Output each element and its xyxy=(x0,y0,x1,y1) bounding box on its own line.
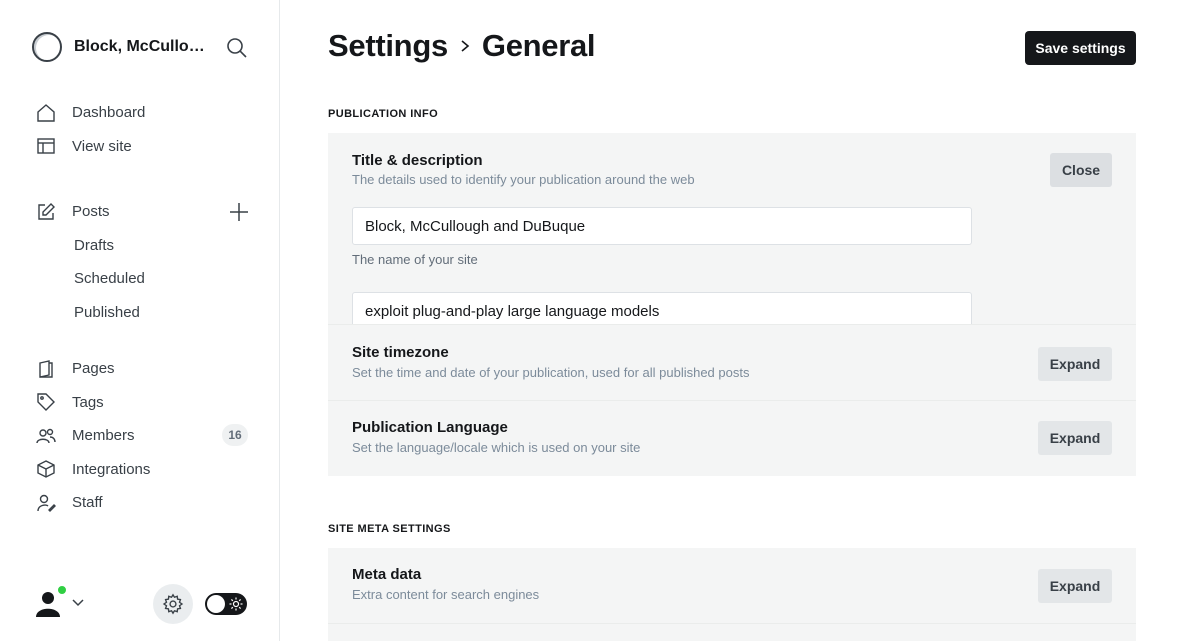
nav-dashboard[interactable]: Dashboard xyxy=(36,96,256,130)
online-status-dot xyxy=(57,585,67,595)
avatar xyxy=(32,585,67,619)
settings-button[interactable] xyxy=(153,584,193,624)
card-title: Publication Language xyxy=(352,419,508,436)
nav-scheduled[interactable]: Scheduled xyxy=(36,262,256,296)
card-title: Site timezone xyxy=(352,344,449,361)
site-meta-panel: Meta data Extra content for search engin… xyxy=(328,548,1136,641)
nav-tags[interactable]: Tags xyxy=(36,386,256,420)
nav-secondary: Pages Tags Members 16 Integrations Staff xyxy=(36,352,256,520)
close-button[interactable]: Close xyxy=(1050,153,1112,187)
nav-label: Dashboard xyxy=(72,104,146,122)
site-name: Block, McCullough and DuBuque xyxy=(74,38,210,55)
save-button[interactable]: Save settings xyxy=(1025,31,1136,65)
home-icon xyxy=(36,103,56,123)
site-logo xyxy=(32,32,62,62)
site-timezone-card: Site timezone Set the time and date of y… xyxy=(328,324,1136,401)
card-description: Extra content for search engines xyxy=(352,587,540,602)
layout-icon xyxy=(36,136,56,156)
section-label-site-meta: SITE META SETTINGS xyxy=(328,523,451,535)
nav-label: Members xyxy=(72,427,135,445)
nav-label: Tags xyxy=(72,393,104,411)
expand-language-button[interactable]: Expand xyxy=(1038,421,1112,455)
nav-published[interactable]: Published xyxy=(36,296,256,330)
card-title: Title & description xyxy=(352,152,483,169)
nav-posts-item[interactable]: Posts xyxy=(36,195,256,229)
cube-icon xyxy=(36,459,56,479)
nav-pages[interactable]: Pages xyxy=(36,352,256,386)
nav-staff[interactable]: Staff xyxy=(36,486,256,520)
meta-data-card: Meta data Extra content for search engin… xyxy=(328,548,1136,624)
nav-drafts[interactable]: Drafts xyxy=(36,229,256,263)
chevron-down-icon xyxy=(72,599,84,607)
new-post-icon[interactable] xyxy=(228,201,250,223)
publication-info-panel: Title & description The details used to … xyxy=(328,133,1136,476)
chevron-right-icon xyxy=(460,39,470,53)
toggle-knob xyxy=(207,595,225,613)
expand-meta-data-button[interactable]: Expand xyxy=(1038,569,1112,603)
nav-label: Integrations xyxy=(72,460,151,478)
search-icon[interactable] xyxy=(226,37,248,59)
gear-icon xyxy=(162,593,184,615)
publication-language-card: Publication Language Set the language/lo… xyxy=(328,401,1136,476)
card-description: Set the language/locale which is used on… xyxy=(352,440,641,455)
page-title: Settings General xyxy=(328,28,596,64)
nav-integrations[interactable]: Integrations xyxy=(36,453,256,487)
user-menu[interactable] xyxy=(32,585,84,619)
card-description: Set the time and date of your publicatio… xyxy=(352,365,750,380)
nav-posts: Posts Drafts Scheduled Published xyxy=(36,195,256,329)
expand-timezone-button[interactable]: Expand xyxy=(1038,347,1112,381)
site-title-input[interactable] xyxy=(352,207,972,245)
site-title-hint: The name of your site xyxy=(352,252,478,267)
nav-label: Published xyxy=(74,303,140,321)
nav-primary: Dashboard View site xyxy=(36,96,256,163)
site-description-input[interactable] xyxy=(352,292,972,324)
staff-icon xyxy=(36,493,56,513)
tag-icon xyxy=(36,392,56,412)
breadcrumb-settings[interactable]: Settings xyxy=(328,28,448,64)
main-content: Settings General Save settings PUBLICATI… xyxy=(328,0,1136,641)
nav-label: Staff xyxy=(72,494,103,512)
card-description: The details used to identify your public… xyxy=(352,172,695,187)
card-title: Meta data xyxy=(352,566,422,583)
members-count-badge: 16 xyxy=(222,424,248,446)
nav-label: View site xyxy=(72,137,132,155)
nav-label: Scheduled xyxy=(74,270,145,288)
dark-mode-toggle[interactable] xyxy=(205,593,247,615)
title-description-card: Title & description The details used to … xyxy=(328,133,1136,324)
sidebar: Block, McCullough and DuBuque Dashboard … xyxy=(0,0,280,641)
nav-label: Pages xyxy=(72,360,115,378)
nav-label: Posts xyxy=(72,203,110,221)
breadcrumb-general: General xyxy=(481,28,596,63)
nav-label: Drafts xyxy=(74,236,115,254)
sun-icon xyxy=(229,597,243,611)
pages-icon xyxy=(36,359,56,379)
site-brand[interactable]: Block, McCullough and DuBuque xyxy=(32,32,210,62)
nav-view-site[interactable]: View site xyxy=(36,130,256,164)
members-icon xyxy=(36,426,56,446)
edit-icon xyxy=(36,202,56,222)
section-label-publication-info: PUBLICATION INFO xyxy=(328,108,439,120)
nav-members[interactable]: Members 16 xyxy=(36,419,256,453)
